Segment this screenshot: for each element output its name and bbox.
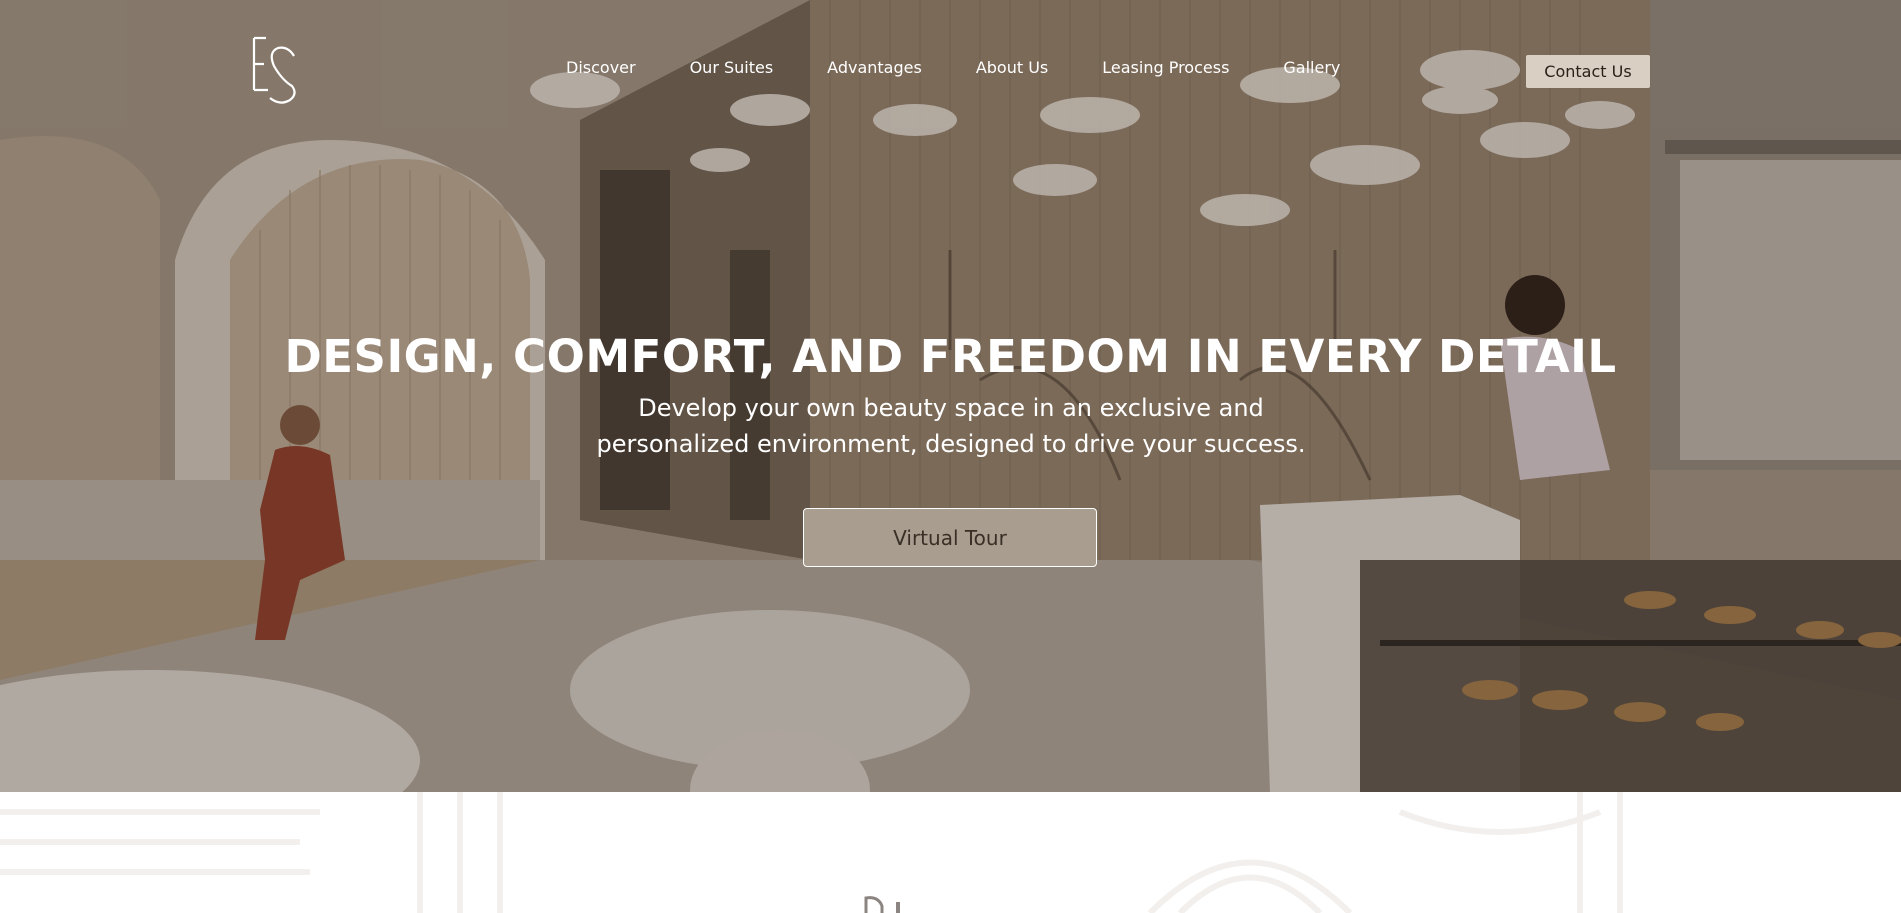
hero-subtext: Develop your own beauty space in an excl… <box>596 394 1306 458</box>
next-section <box>0 792 1901 913</box>
background-pattern <box>0 792 1623 913</box>
top-navigation: Discover Our Suites Advantages About Us … <box>0 0 1901 140</box>
nav-leasing-process[interactable]: Leasing Process <box>1102 58 1229 77</box>
hero-headline: DESIGN, COMFORT, AND FREEDOM IN EVERY DE… <box>284 330 1617 383</box>
nav-our-suites[interactable]: Our Suites <box>690 58 774 77</box>
nav-gallery[interactable]: Gallery <box>1283 58 1340 77</box>
contact-us-button[interactable]: Contact Us <box>1526 55 1650 88</box>
main-menu: Discover Our Suites Advantages About Us … <box>566 58 1394 77</box>
elegant-suites-logo[interactable] <box>248 34 304 106</box>
nav-discover[interactable]: Discover <box>566 58 636 77</box>
section-heading-partial <box>864 896 900 913</box>
virtual-tour-button[interactable]: Virtual Tour <box>803 508 1097 567</box>
nav-about-us[interactable]: About Us <box>976 58 1048 77</box>
nav-advantages[interactable]: Advantages <box>827 58 922 77</box>
hero-section: Discover Our Suites Advantages About Us … <box>0 0 1901 792</box>
